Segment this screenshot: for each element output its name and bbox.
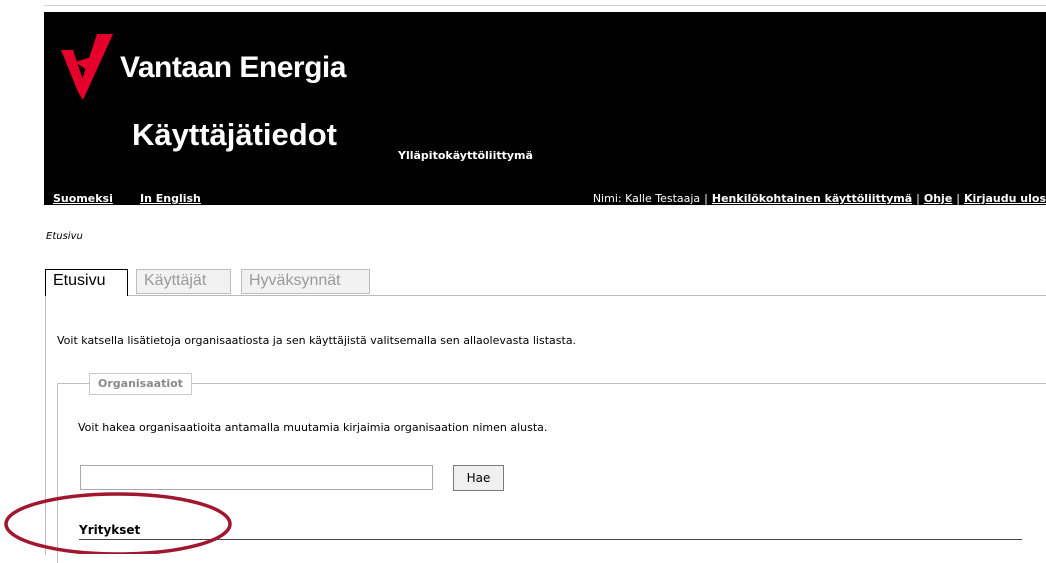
organization-search-input[interactable]: [80, 465, 433, 490]
separator: |: [704, 192, 708, 205]
separator: |: [956, 192, 961, 205]
intro-text: Voit katsella lisätietoja organisaatiost…: [57, 334, 577, 347]
page-header: Vantaan Energia Käyttäjätiedot Ylläpitok…: [44, 12, 1046, 205]
organization-search-help: Voit hakea organisaatioita antamalla muu…: [78, 421, 548, 434]
top-divider: [44, 5, 1046, 6]
organizations-legend: Organisaatiot: [89, 373, 192, 395]
search-button[interactable]: Hae: [453, 465, 504, 491]
language-link-english[interactable]: In English: [140, 192, 201, 205]
tab-kayttajat[interactable]: Käyttäjät: [136, 269, 231, 294]
user-bar: Nimi: Kalle Testaaja | Henkilökohtainen kä…: [593, 192, 1046, 205]
app-subtitle: Ylläpitokäyttöliittymä: [398, 149, 533, 162]
companies-divider: [79, 539, 1022, 540]
tab-etusivu[interactable]: Etusivu: [45, 269, 128, 296]
tab-hyvaksynnat[interactable]: Hyväksynnät: [241, 269, 370, 294]
brand-name: Vantaan Energia: [120, 51, 346, 84]
personal-ui-link[interactable]: Henkilökohtainen käyttöliittymä: [712, 192, 912, 205]
separator: |: [916, 192, 920, 205]
vantaan-energia-logo-icon: [61, 34, 113, 100]
app-title: Käyttäjätiedot: [132, 117, 337, 152]
language-link-suomeksi[interactable]: Suomeksi: [53, 192, 113, 205]
breadcrumb: Etusivu: [46, 231, 83, 242]
user-name: Nimi: Kalle Testaaja: [592, 192, 701, 205]
logout-link[interactable]: Kirjaudu ulos: [964, 192, 1046, 205]
companies-heading: Yritykset: [79, 523, 141, 537]
help-link[interactable]: Ohje: [924, 192, 952, 205]
